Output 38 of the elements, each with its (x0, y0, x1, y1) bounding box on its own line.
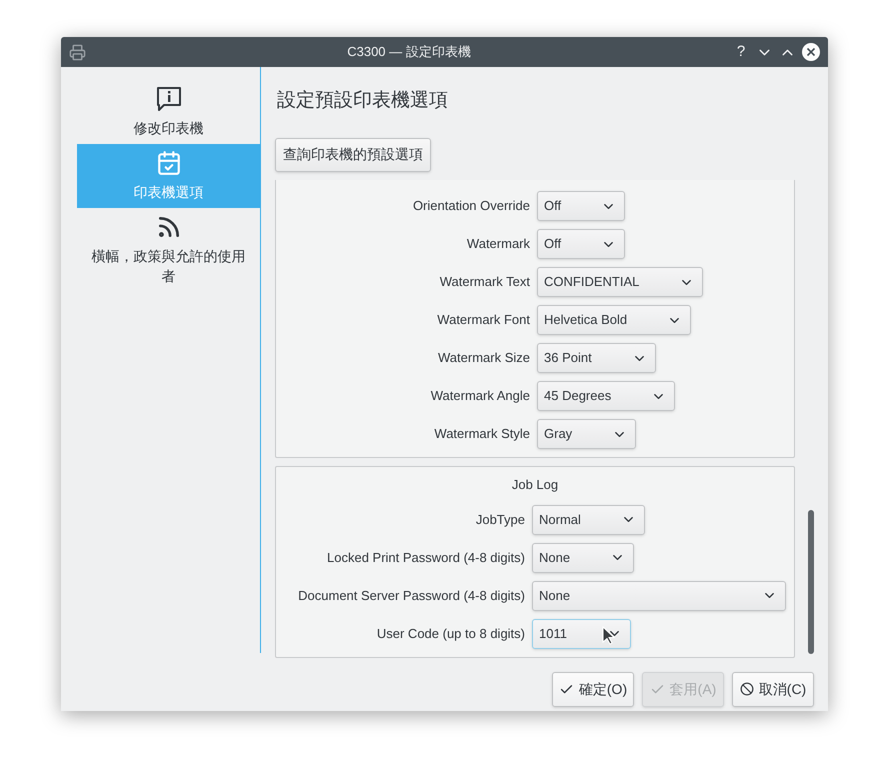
sidebar-item[interactable]: 橫幅，政策與允許的使用者 (77, 208, 260, 292)
cancel-icon (740, 682, 754, 696)
option-label: Orientation Override (412, 197, 530, 216)
dropdown[interactable]: Off (537, 191, 626, 221)
window-title: C3300 — 設定印表機 (347, 43, 471, 62)
info-bubble-icon (156, 86, 182, 112)
dropdown[interactable]: CONFIDENTIAL (537, 267, 704, 297)
dropdown[interactable]: 45 Degrees (537, 381, 676, 411)
option-label: Watermark Style (434, 425, 530, 444)
dropdown[interactable]: Helvetica Bold (537, 305, 692, 335)
close-icon[interactable] (802, 43, 820, 61)
option-label: Watermark Text (440, 273, 530, 292)
option-label: Watermark (466, 235, 530, 254)
dropdown[interactable]: Off (537, 229, 626, 259)
dropdown[interactable]: None (532, 542, 634, 572)
printer-icon (69, 44, 86, 60)
page-heading: 設定預設印表機選項 (277, 89, 449, 113)
option-label: Locked Print Password (4-8 digits) (327, 548, 525, 567)
dropdown[interactable]: 1011 (532, 618, 631, 648)
dropdown[interactable]: None (532, 580, 786, 610)
mouse-cursor-icon (602, 626, 615, 645)
option-label: User Code (up to 8 digits) (376, 624, 525, 643)
option-label: Document Server Password (4-8 digits) (298, 586, 525, 605)
calendar-check-icon (156, 150, 182, 176)
option-label: Watermark Font (437, 311, 530, 330)
dialog-button[interactable]: 確定(O) (552, 672, 634, 706)
sidebar-item[interactable]: 修改印表機 (77, 80, 260, 144)
scrollbar-thumb[interactable] (808, 510, 814, 654)
option-label: Watermark Angle (430, 387, 530, 406)
help-button[interactable]: ? (732, 40, 750, 64)
dropdown[interactable]: Normal (532, 504, 645, 534)
dialog-button[interactable]: 取消(C) (732, 672, 814, 706)
dropdown[interactable]: 36 Point (537, 343, 656, 373)
group-title: Job Log (510, 476, 560, 494)
option-label: JobType (476, 510, 525, 529)
query-defaults-button[interactable]: 查詢印表機的預設選項 (275, 138, 431, 172)
dropdown[interactable]: Gray (537, 419, 636, 449)
option-label: Watermark Size (438, 349, 530, 368)
